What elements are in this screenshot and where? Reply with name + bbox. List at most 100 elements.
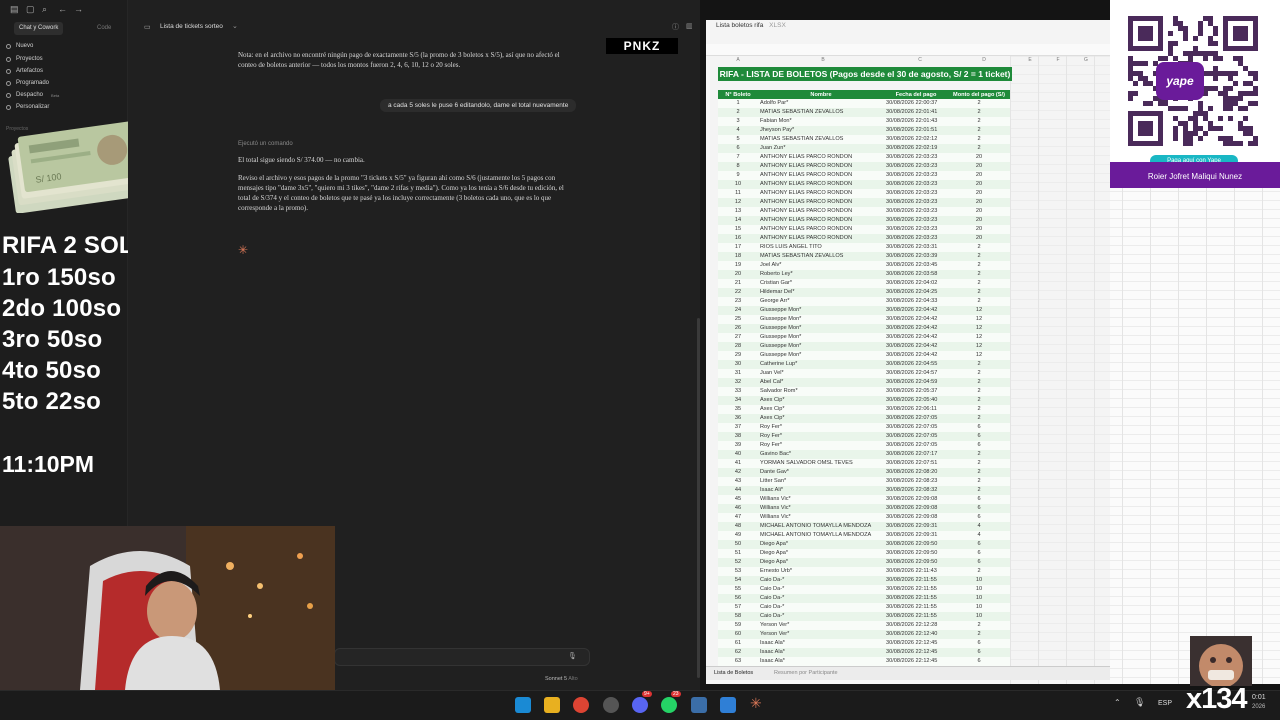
- table-cell[interactable]: 30/08/2026 22:04:59: [884, 378, 948, 387]
- table-cell[interactable]: Ernesto Urb*: [758, 567, 884, 576]
- table-cell[interactable]: 30/08/2026 22:11:55: [884, 612, 948, 621]
- table-cell[interactable]: 2: [948, 630, 1010, 639]
- table-cell[interactable]: 31: [718, 369, 758, 378]
- file-explorer-icon[interactable]: [544, 697, 560, 713]
- table-cell[interactable]: 16: [718, 234, 758, 243]
- table-cell[interactable]: Caio Da-*: [758, 576, 884, 585]
- sheet-tab-resumen[interactable]: Resumen por Participante: [774, 670, 838, 676]
- table-cell[interactable]: 30/08/2026 22:03:23: [884, 225, 948, 234]
- table-cell[interactable]: Willians Vic*: [758, 495, 884, 504]
- table-cell[interactable]: 30/08/2026 22:11:43: [884, 567, 948, 576]
- table-cell[interactable]: Roy Fer*: [758, 432, 884, 441]
- table-cell[interactable]: 6: [948, 441, 1010, 450]
- table-cell[interactable]: 30/08/2026 22:07:05: [884, 441, 948, 450]
- table-cell[interactable]: 21: [718, 279, 758, 288]
- table-cell[interactable]: 2: [948, 405, 1010, 414]
- table-cell[interactable]: 2: [948, 252, 1010, 261]
- table-cell[interactable]: 17: [718, 243, 758, 252]
- sidebar-item-artefactos[interactable]: Artefactos: [6, 68, 43, 74]
- table-cell[interactable]: 30/08/2026 22:07:05: [884, 414, 948, 423]
- table-cell[interactable]: 4: [718, 126, 758, 135]
- table-cell[interactable]: 52: [718, 558, 758, 567]
- table-cell[interactable]: 30/08/2026 22:09:08: [884, 513, 948, 522]
- table-cell[interactable]: ANTHONY ELIAS PARCO RONDON: [758, 189, 884, 198]
- table-cell[interactable]: Axex Cip*: [758, 405, 884, 414]
- model-selector[interactable]: Sonnet 5 Alto: [545, 676, 578, 682]
- table-cell[interactable]: 2: [948, 459, 1010, 468]
- table-cell[interactable]: 58: [718, 612, 758, 621]
- table-cell[interactable]: Willians Vic*: [758, 513, 884, 522]
- table-cell[interactable]: 30/08/2026 22:07:51: [884, 459, 948, 468]
- sidebar-item-programado[interactable]: Programado: [6, 80, 49, 86]
- table-cell[interactable]: 30/08/2026 22:04:33: [884, 297, 948, 306]
- table-cell[interactable]: 12: [948, 306, 1010, 315]
- table-cell[interactable]: 2: [948, 243, 1010, 252]
- table-cell[interactable]: 30/08/2026 22:09:08: [884, 504, 948, 513]
- table-cell[interactable]: 3: [718, 117, 758, 126]
- back-arrow-icon[interactable]: ←: [58, 4, 67, 14]
- table-cell[interactable]: ANTHONY ELIAS PARCO RONDON: [758, 180, 884, 189]
- table-cell[interactable]: Roberto Ley*: [758, 270, 884, 279]
- table-cell[interactable]: 30/08/2026 22:00:37: [884, 99, 948, 108]
- table-cell[interactable]: 30/08/2026 22:09:31: [884, 531, 948, 540]
- notepad-icon[interactable]: [720, 697, 736, 713]
- table-cell[interactable]: ANTHONY ELIAS PARCO RONDON: [758, 171, 884, 180]
- table-cell[interactable]: Giusseppe Mon*: [758, 342, 884, 351]
- table-cell[interactable]: Juan Zun*: [758, 144, 884, 153]
- table-cell[interactable]: 35: [718, 405, 758, 414]
- table-cell[interactable]: 20: [948, 162, 1010, 171]
- table-cell[interactable]: 60: [718, 630, 758, 639]
- table-cell[interactable]: 30/08/2026 22:01:43: [884, 117, 948, 126]
- table-cell[interactable]: 2: [948, 144, 1010, 153]
- table-cell[interactable]: Yerson Ver*: [758, 630, 884, 639]
- table-cell[interactable]: 2: [948, 621, 1010, 630]
- table-cell[interactable]: 2: [948, 117, 1010, 126]
- table-cell[interactable]: Giusseppe Mon*: [758, 333, 884, 342]
- discord-icon[interactable]: [632, 697, 648, 713]
- tab-chat-cowork[interactable]: Chat y Cowork: [14, 22, 64, 35]
- table-cell[interactable]: 2: [948, 468, 1010, 477]
- column-header[interactable]: Nombre: [758, 90, 884, 99]
- table-cell[interactable]: Giusseppe Mon*: [758, 324, 884, 333]
- table-cell[interactable]: 2: [948, 99, 1010, 108]
- table-cell[interactable]: Giusseppe Mon*: [758, 315, 884, 324]
- language-indicator[interactable]: ESP: [1158, 700, 1172, 707]
- table-cell[interactable]: 12: [948, 333, 1010, 342]
- table-cell[interactable]: 30/08/2026 22:03:23: [884, 234, 948, 243]
- table-cell[interactable]: 30/08/2026 22:07:17: [884, 450, 948, 459]
- table-cell[interactable]: 20: [718, 270, 758, 279]
- table-cell[interactable]: ANTHONY ELIAS PARCO RONDON: [758, 198, 884, 207]
- table-cell[interactable]: 30/08/2026 22:09:50: [884, 558, 948, 567]
- table-cell[interactable]: MATIAS SEBASTIAN ZEVALLOS: [758, 108, 884, 117]
- column-header[interactable]: Fecha del pago: [884, 90, 948, 99]
- table-cell[interactable]: 30/08/2026 22:09:50: [884, 549, 948, 558]
- table-cell[interactable]: 2: [948, 288, 1010, 297]
- table-cell[interactable]: 20: [948, 189, 1010, 198]
- table-cell[interactable]: 36: [718, 414, 758, 423]
- table-cell[interactable]: Litter San*: [758, 477, 884, 486]
- table-cell[interactable]: 28: [718, 342, 758, 351]
- table-cell[interactable]: Diego Apa*: [758, 540, 884, 549]
- table-cell[interactable]: 2: [948, 396, 1010, 405]
- table-cell[interactable]: 2: [948, 387, 1010, 396]
- table-cell[interactable]: 29: [718, 351, 758, 360]
- table-cell[interactable]: 6: [948, 540, 1010, 549]
- table-cell[interactable]: Axex Cip*: [758, 396, 884, 405]
- sidebar-item-nuevo[interactable]: Nuevo: [6, 43, 33, 49]
- table-cell[interactable]: 30/08/2026 22:08:23: [884, 477, 948, 486]
- table-cell[interactable]: Giusseppe Mon*: [758, 306, 884, 315]
- table-cell[interactable]: Caio Da-*: [758, 603, 884, 612]
- table-cell[interactable]: 30/08/2026 22:04:57: [884, 369, 948, 378]
- table-cell[interactable]: 49: [718, 531, 758, 540]
- table-cell[interactable]: 41: [718, 459, 758, 468]
- table-cell[interactable]: 30/08/2026 22:01:51: [884, 126, 948, 135]
- table-cell[interactable]: 2: [948, 261, 1010, 270]
- table-cell[interactable]: 23: [718, 297, 758, 306]
- table-cell[interactable]: 30/08/2026 22:03:23: [884, 162, 948, 171]
- table-cell[interactable]: 6: [948, 549, 1010, 558]
- table-cell[interactable]: 6: [948, 504, 1010, 513]
- panel-toggle-icon[interactable]: ▥: [686, 22, 693, 30]
- chrome-icon[interactable]: [573, 697, 589, 713]
- table-cell[interactable]: 20: [948, 207, 1010, 216]
- table-cell[interactable]: 44: [718, 486, 758, 495]
